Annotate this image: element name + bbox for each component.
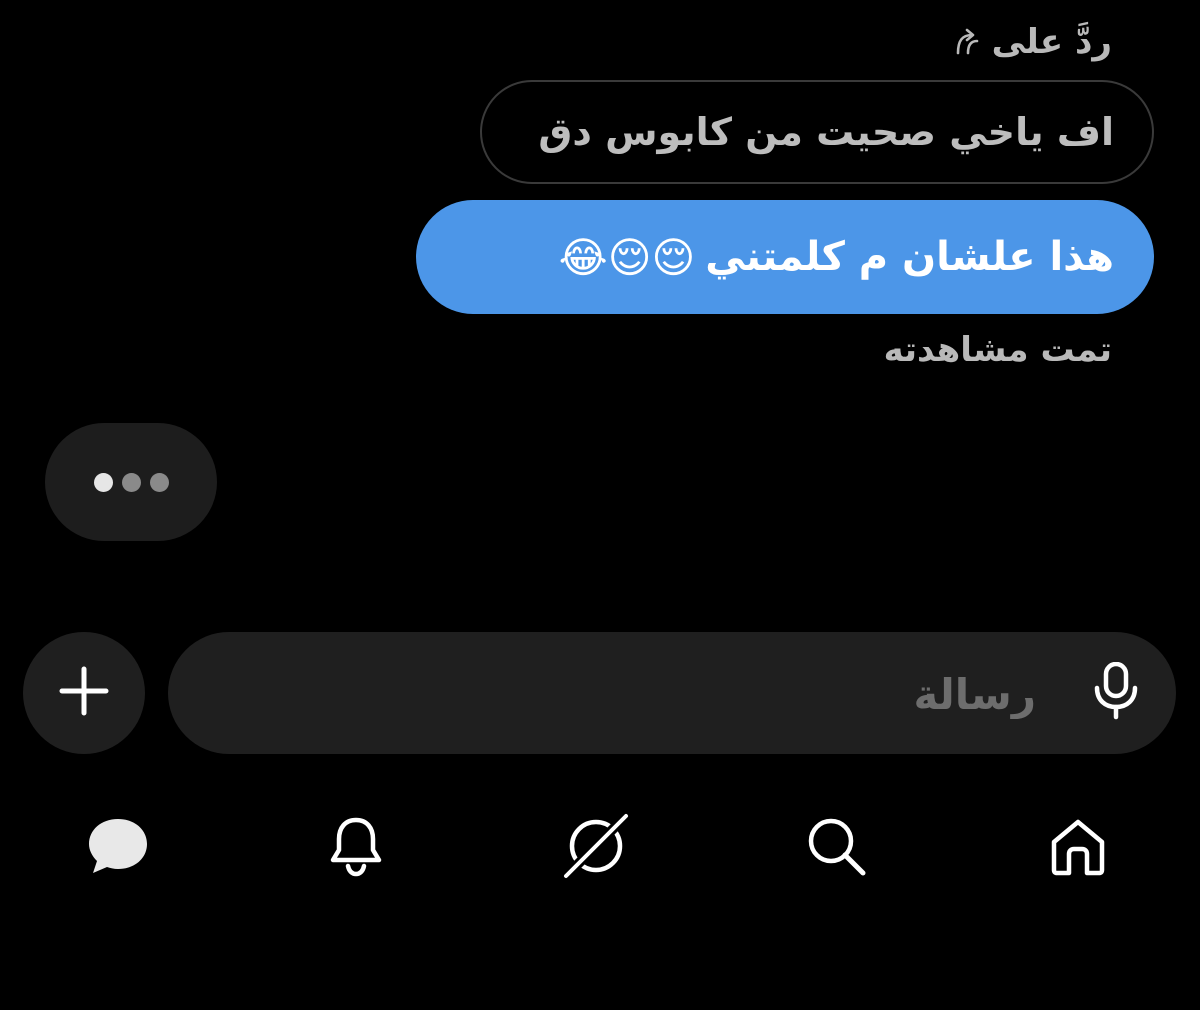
nav-messages[interactable] [82,812,154,884]
messages-icon [85,815,151,881]
reply-header: ردَّ على [954,14,1112,70]
nav-explore[interactable] [560,810,632,886]
typing-indicator [45,423,217,541]
typing-dot [121,472,141,492]
message-composer [168,632,1176,754]
nav-search[interactable] [800,812,872,884]
seen-status-text: تمت مشاهدته [883,330,1112,370]
search-icon [804,814,868,882]
reply-arrow-icon [954,27,982,57]
microphone-icon [1089,661,1143,724]
bell-icon [326,814,386,882]
sent-message-emojis: 😌😌😂 [558,232,696,282]
home-icon [1046,814,1110,882]
quoted-message-bubble[interactable]: اف ياخي صحيت من كابوس دق [480,80,1154,184]
mic-button[interactable] [1086,661,1146,724]
plus-icon [58,665,110,721]
sent-message-bubble[interactable]: هذا علشان م كلمتني 😌😌😂 [416,200,1154,314]
add-attachment-button[interactable] [23,632,145,754]
reply-label: ردَّ على [991,22,1112,62]
typing-dot [93,472,113,492]
typing-dot [149,472,169,492]
nav-notifications[interactable] [320,812,392,884]
message-input[interactable] [394,653,1038,735]
nav-home[interactable] [1042,812,1114,884]
quoted-message-text: اف ياخي صحيت من كابوس دق [538,110,1114,154]
compass-icon [560,810,632,886]
seen-status: تمت مشاهدته [884,322,1112,378]
sent-message-text: هذا علشان م كلمتني [705,234,1114,280]
